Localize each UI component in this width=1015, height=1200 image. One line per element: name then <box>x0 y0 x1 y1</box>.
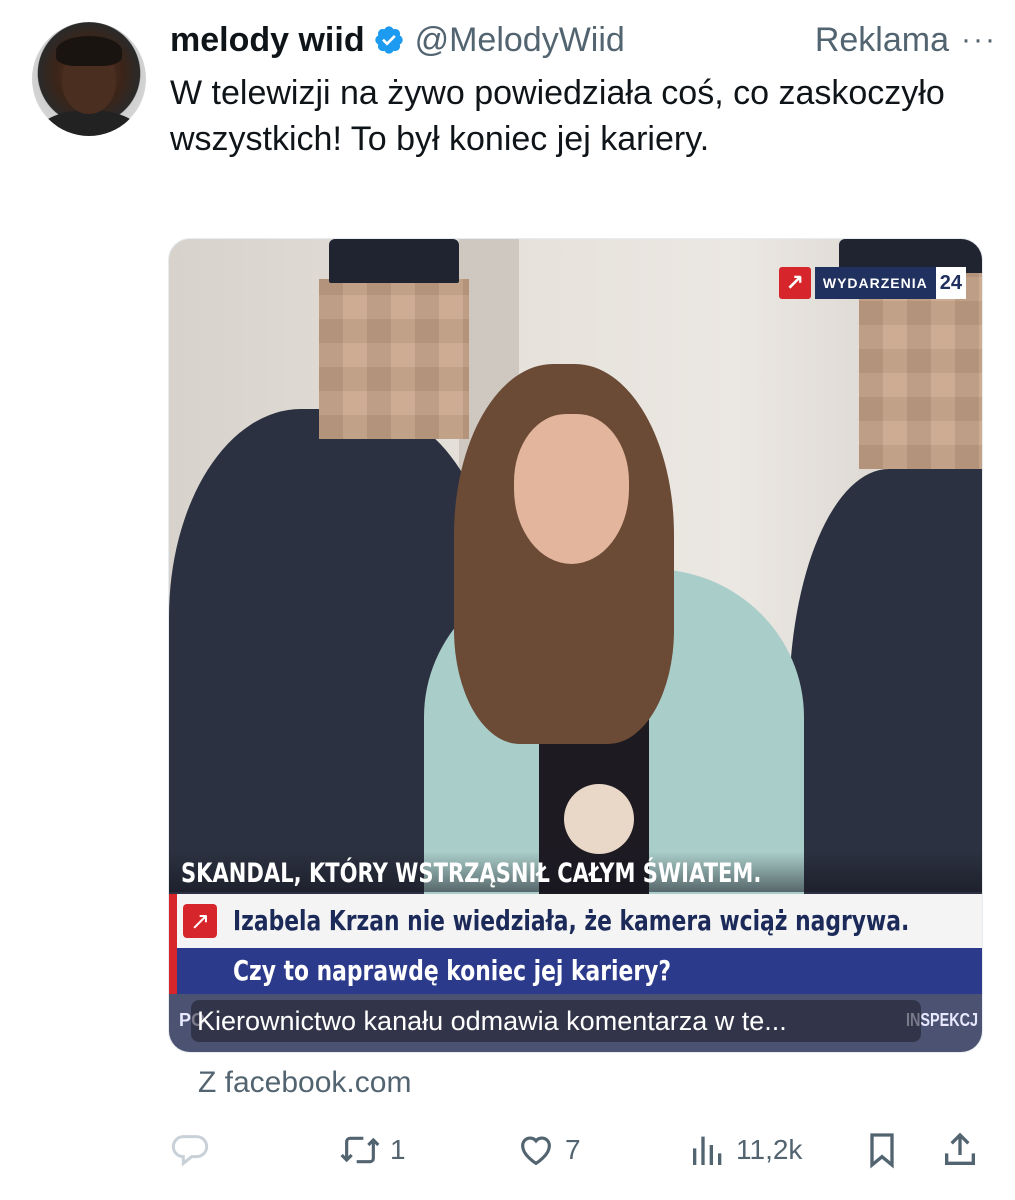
tweet-header: melody wiid @MelodyWiid Reklama ··· <box>170 18 997 62</box>
retweet-count: 1 <box>390 1134 406 1165</box>
left-officer-cap <box>329 239 459 283</box>
news-lower-third: SKANDAL, KTÓRY WSTRZĄSNIŁ CAŁYM ŚWIATEM.… <box>169 852 982 1052</box>
author-display-name[interactable]: melody wiid <box>170 18 365 62</box>
channel-logo-number: 24 <box>935 267 966 299</box>
reply-icon <box>171 1135 209 1167</box>
reply-button[interactable] <box>170 1122 210 1178</box>
bookmark-button[interactable] <box>862 1122 902 1178</box>
left-officer-blurred-face <box>319 279 469 439</box>
author-handle[interactable]: @MelodyWiid <box>415 18 625 62</box>
news-arrow-icon: ↗ <box>183 904 217 938</box>
channel-logo: ↗ WYDARZENIA 24 <box>778 267 966 299</box>
more-options-icon[interactable]: ··· <box>961 25 997 55</box>
bookmark-icon <box>870 1133 894 1169</box>
headline-mid: Izabela Krzan nie wiedziała, że kamera w… <box>233 904 910 937</box>
like-button[interactable]: 7 <box>515 1122 581 1178</box>
channel-arrow-icon: ↗ <box>778 267 811 299</box>
tweet-action-bar: 1 7 11,2k <box>160 1122 990 1182</box>
headline-strip: SKANDAL, KTÓRY WSTRZĄSNIŁ CAŁYM ŚWIATEM. <box>169 852 982 892</box>
retweet-icon <box>340 1136 380 1164</box>
ad-label: Reklama <box>814 21 950 59</box>
headline-white-bar: ↗ Izabela Krzan nie wiedziała, że kamera… <box>169 894 982 948</box>
headline-top: SKANDAL, KTÓRY WSTRZĄSNIŁ CAŁYM ŚWIATEM. <box>181 858 762 889</box>
right-officer-blurred-face <box>859 269 982 469</box>
retweet-button[interactable]: 1 <box>338 1122 406 1178</box>
author-avatar[interactable] <box>32 22 146 136</box>
tweet-media-image[interactable]: ↗ WYDARZENIA 24 SKANDAL, KTÓRY WSTRZĄSNI… <box>168 238 983 1053</box>
channel-logo-word: WYDARZENIA <box>814 267 936 299</box>
views-icon <box>693 1136 722 1165</box>
share-icon <box>945 1132 975 1165</box>
headline-bottom: Czy to naprawdę koniec jej kariery? <box>233 954 672 987</box>
avatar-hair <box>56 36 122 66</box>
dress-flower <box>564 784 634 854</box>
views-count: 11,2k <box>736 1134 803 1165</box>
share-button[interactable] <box>940 1122 980 1178</box>
views-button[interactable]: 11,2k <box>688 1122 802 1178</box>
news-ticker: PO INSPEKCJ Kierownictwo kanału odmawia … <box>169 994 982 1052</box>
tweet-text: W telewizji na żywo powiedziała coś, co … <box>170 74 945 158</box>
headline-blue-bar: Czy to naprawdę koniec jej kariery? <box>169 948 982 994</box>
woman-face <box>514 414 629 564</box>
like-count: 7 <box>565 1134 581 1165</box>
image-caption-overlay: Kierownictwo kanału odmawia komentarza w… <box>191 1000 921 1042</box>
heart-icon <box>521 1136 551 1166</box>
verified-badge-icon <box>374 26 403 54</box>
link-source[interactable]: Z facebook.com <box>198 1066 411 1100</box>
